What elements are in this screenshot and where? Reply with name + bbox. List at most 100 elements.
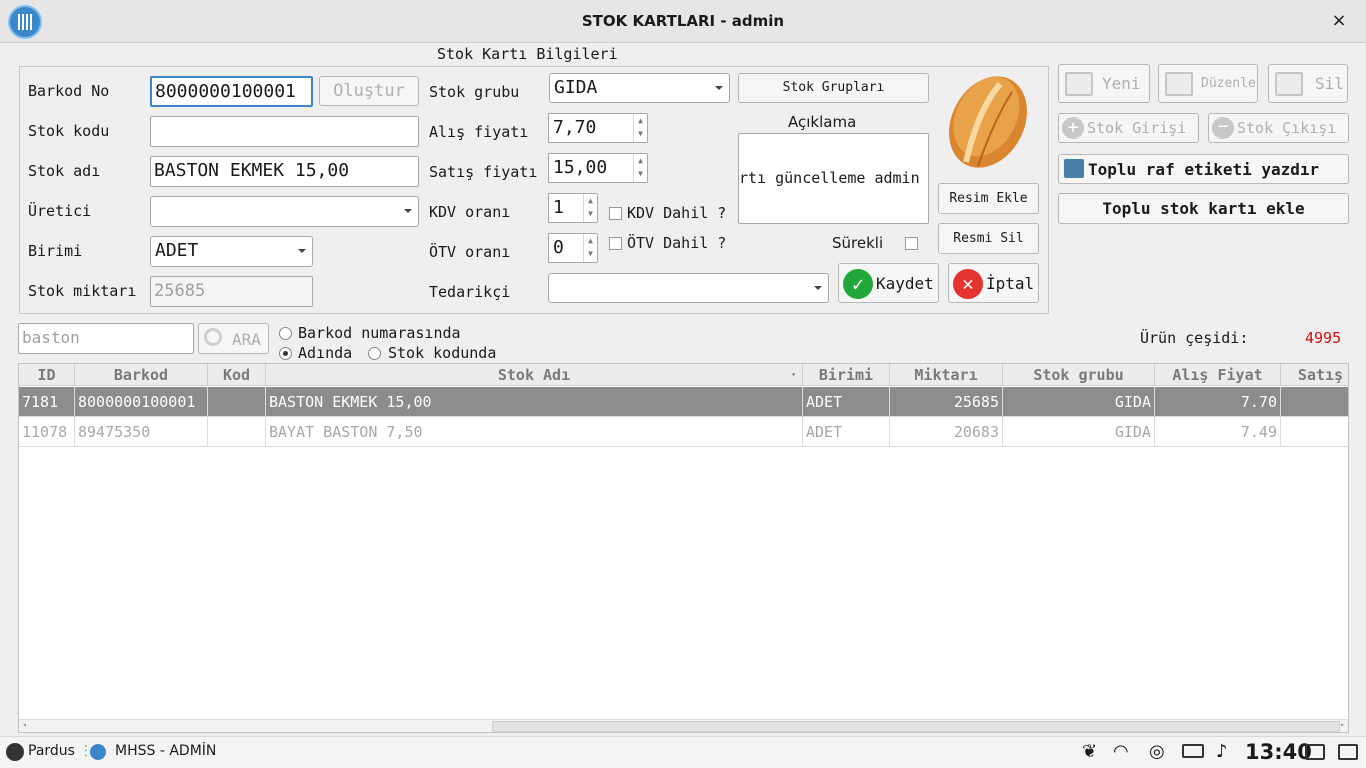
stock-name-input[interactable]: BASTON EKMEK 15,00 [150,156,419,187]
search-input[interactable]: baston [18,323,194,354]
show-desktop-icon[interactable] [1338,744,1358,760]
delete-button[interactable]: Sil [1268,64,1348,103]
close-circle-icon: ✕ [953,269,983,299]
new-card-icon [1065,72,1093,96]
column-header-quantity[interactable]: Miktarı [890,364,1003,386]
scroll-right-icon[interactable]: ▸ [1340,720,1345,729]
description-text: rtı güncelleme admin [739,169,920,187]
new-button[interactable]: Yeni [1058,64,1150,103]
cell-buy-price: 7.49 [1155,417,1281,447]
bell-icon[interactable]: ♪ [1216,741,1228,762]
spinner-arrows-icon[interactable]: ▲ ▼ [583,234,597,262]
search-button[interactable]: ARA [198,323,269,354]
stock-out-label: Stok Çıkışı [1237,119,1337,137]
column-header-id[interactable]: ID [19,364,75,386]
otv-included-checkbox[interactable] [609,237,622,250]
barcode-input[interactable]: 8000000100001 [150,76,313,107]
horizontal-scrollbar[interactable]: ◂ ▸ [19,719,1348,732]
add-image-button[interactable]: Resim Ekle [938,183,1039,214]
disc-icon[interactable]: ◎ [1149,741,1165,762]
generate-barcode-button[interactable]: Oluştur [319,76,419,106]
title-bar: STOK KARTLARI - admin × [0,0,1366,43]
stock-out-button[interactable]: − Stok Çıkışı [1208,113,1349,143]
menu-label[interactable]: Pardus [28,743,75,759]
logout-icon[interactable] [1305,744,1325,760]
app-task-label[interactable]: MHSS - ADMİN [115,743,216,759]
buy-price-spinner[interactable]: 7,70 ▲ ▼ [548,113,648,143]
column-header-sell-price[interactable]: Satış [1281,364,1348,386]
vat-spinner[interactable]: 1 ▲ ▼ [548,193,598,223]
stock-group-label: Stok grubu [429,83,520,101]
otv-value: 0 [553,237,564,258]
chevron-down-icon [715,86,723,90]
print-labels-button[interactable]: Toplu raf etiketi yazdır [1058,154,1349,184]
radio-name-label: Adında [298,344,353,362]
minus-circle-icon: − [1212,117,1234,139]
otv-included-label: ÖTV Dahil ? [627,234,727,252]
column-header-name[interactable]: Stok Adı ▾ [266,364,803,386]
table-row[interactable]: 11078 89475350 BAYAT BASTON 7,50 ADET 20… [19,417,1348,447]
sell-price-label: Satış fiyatı [429,163,538,181]
radio-name[interactable] [279,347,292,360]
sell-price-value: 15,00 [553,157,608,178]
unit-select[interactable]: ADET [150,236,313,267]
cell-id: 7181 [19,387,75,417]
barcode-label: Barkod No [28,82,110,100]
spinner-arrows-icon[interactable]: ▲ ▼ [633,154,647,182]
cell-barcode: 8000000100001 [75,387,208,417]
column-header-barcode[interactable]: Barkod [75,364,208,386]
sell-price-spinner[interactable]: 15,00 ▲ ▼ [548,153,648,183]
stock-groups-button[interactable]: Stok Grupları [738,73,929,103]
table-row[interactable]: 7181 8000000100001 BASTON EKMEK 15,00 AD… [19,387,1348,417]
continuous-checkbox[interactable] [905,237,918,250]
clock[interactable]: 13:40 [1245,740,1312,764]
stock-in-label: Stok Girişi [1087,119,1187,137]
column-header-code[interactable]: Kod [208,364,266,386]
spinner-arrows-icon[interactable]: ▲ ▼ [583,194,597,222]
cell-barcode: 89475350 [75,417,208,447]
scroll-left-icon[interactable]: ◂ [22,720,27,729]
save-button[interactable]: ✓ Kaydet [838,263,939,303]
cell-code [208,417,266,447]
description-label: Açıklama [788,113,857,131]
stock-in-button[interactable]: + Stok Girişi [1058,113,1199,143]
radio-barcode[interactable] [279,327,292,340]
scrollbar-thumb[interactable] [492,721,1340,732]
pardus-logo-icon[interactable] [6,743,24,761]
description-textarea[interactable]: rtı güncelleme admin [738,133,929,224]
battery-icon[interactable] [1182,744,1204,758]
radio-barcode-label: Barkod numarasında [298,324,461,342]
cell-name: BASTON EKMEK 15,00 [266,387,803,417]
continuous-label: Sürekli [832,234,884,252]
stock-table[interactable]: ID Barkod Kod Stok Adı ▾ Birimi Miktarı S… [18,363,1349,733]
vat-included-checkbox[interactable] [609,207,622,220]
bulk-add-button[interactable]: Toplu stok kartı ekle [1058,193,1349,224]
otv-spinner[interactable]: 0 ▲ ▼ [548,233,598,263]
leaf-icon[interactable]: ❦ [1082,741,1097,762]
close-button[interactable]: × [1328,10,1350,32]
radio-code[interactable] [368,347,381,360]
spinner-arrows-icon[interactable]: ▲ ▼ [633,114,647,142]
wifi-icon[interactable]: ◠ [1113,741,1129,762]
remove-image-button[interactable]: Resmi Sil [938,223,1039,254]
edit-card-icon [1165,72,1193,96]
stock-code-input[interactable] [150,116,419,147]
app-task-icon[interactable] [90,744,106,760]
column-header-group[interactable]: Stok grubu [1003,364,1155,386]
bread-image [949,76,1027,168]
cell-sell-price [1281,387,1348,417]
save-label: Kaydet [876,274,934,293]
stock-group-select[interactable]: GIDA [549,73,730,103]
edit-button[interactable]: Düzenle [1158,64,1258,103]
column-header-buy-price[interactable]: Alış Fiyat [1155,364,1281,386]
producer-select[interactable] [150,196,419,227]
cell-unit: ADET [803,417,890,447]
quantity-input[interactable]: 25685 [150,276,313,307]
vat-label: KDV oranı [429,203,511,221]
cell-id: 11078 [19,417,75,447]
cancel-button[interactable]: ✕ İptal [948,263,1039,303]
vat-value: 1 [553,197,564,218]
supplier-select[interactable] [548,273,829,303]
supplier-label: Tedarikçi [429,283,511,301]
column-header-unit[interactable]: Birimi [803,364,890,386]
